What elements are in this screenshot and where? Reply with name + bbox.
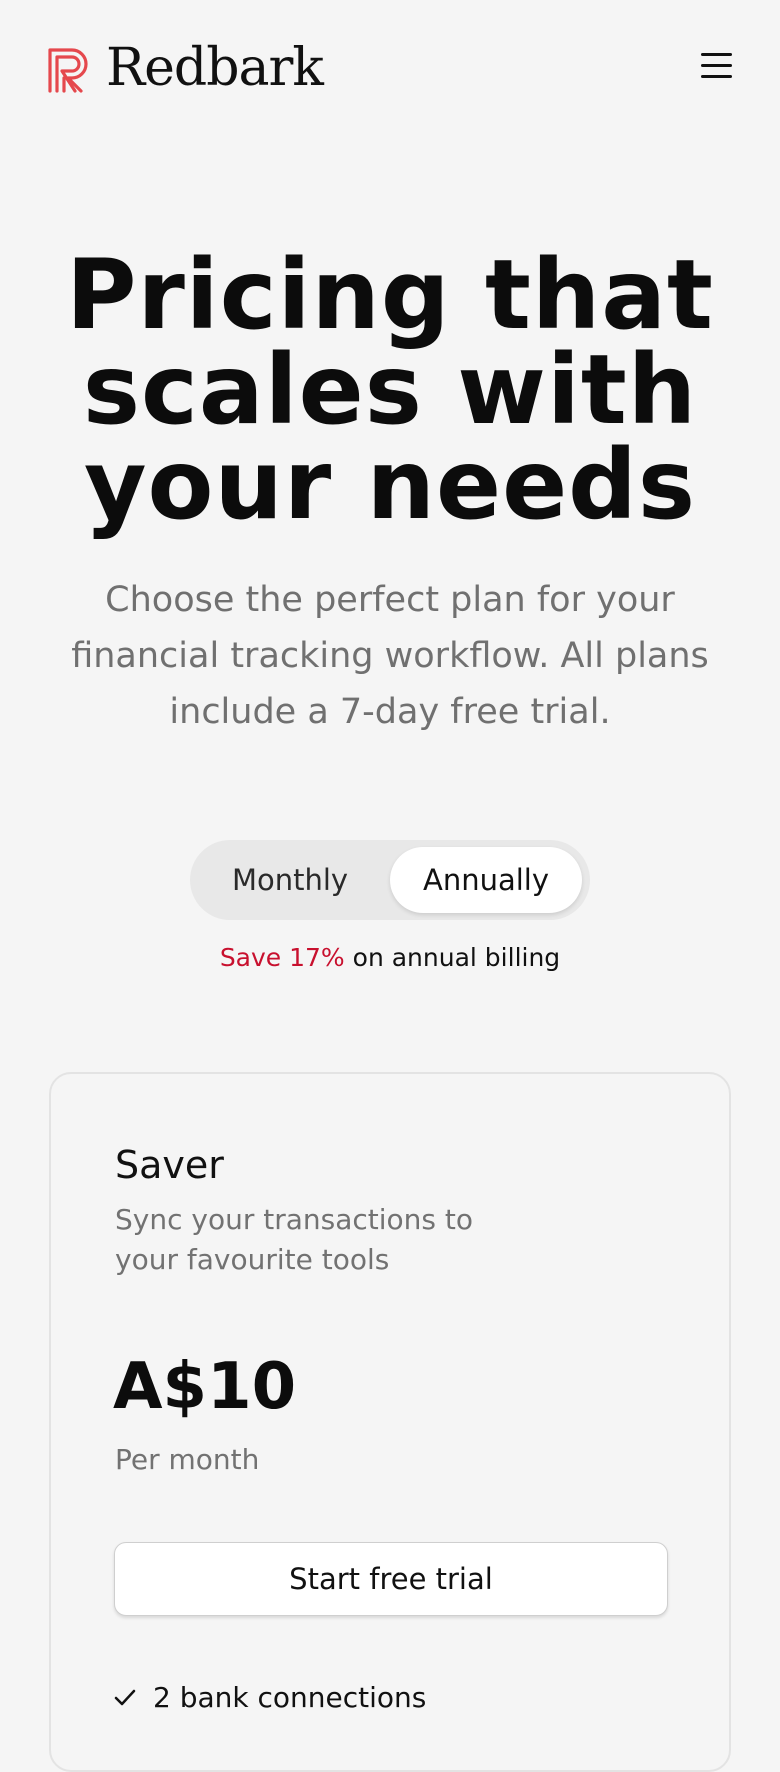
- site-header: Redbark: [0, 0, 780, 140]
- check-icon: [114, 1689, 136, 1706]
- plan-billing-period: Per month: [115, 1443, 260, 1476]
- plan-card-saver: Saver Sync your transactions to your fav…: [49, 1072, 731, 1772]
- start-free-trial-button[interactable]: Start free trial: [114, 1542, 668, 1616]
- billing-option-annually[interactable]: Annually: [390, 847, 582, 913]
- plan-feature-label: 2 bank connections: [153, 1681, 427, 1714]
- menu-line: [701, 52, 732, 56]
- plan-price: A$10: [113, 1350, 297, 1424]
- menu-line: [701, 74, 732, 78]
- hamburger-menu-icon[interactable]: [695, 44, 737, 86]
- billing-option-monthly[interactable]: Monthly: [204, 847, 376, 913]
- plan-feature-item: 2 bank connections: [111, 1678, 426, 1718]
- page-title: Pricing that scales with your needs: [66, 239, 714, 541]
- page-subtitle: Choose the perfect plan for your financi…: [71, 580, 709, 732]
- annual-savings-note: Save 17% on annual billing: [0, 940, 780, 976]
- brand-logo[interactable]: Redbark: [47, 38, 324, 98]
- plan-name: Saver: [115, 1143, 224, 1187]
- redbark-logo-icon: [48, 48, 88, 93]
- savings-percent: Save 17%: [219, 943, 345, 972]
- savings-text: on annual billing: [344, 943, 561, 972]
- menu-line: [701, 63, 732, 67]
- brand-name: Redbark: [106, 38, 324, 98]
- billing-period-toggle: Monthly Annually: [190, 840, 590, 920]
- plan-description: Sync your transactions to your favourite…: [115, 1203, 474, 1276]
